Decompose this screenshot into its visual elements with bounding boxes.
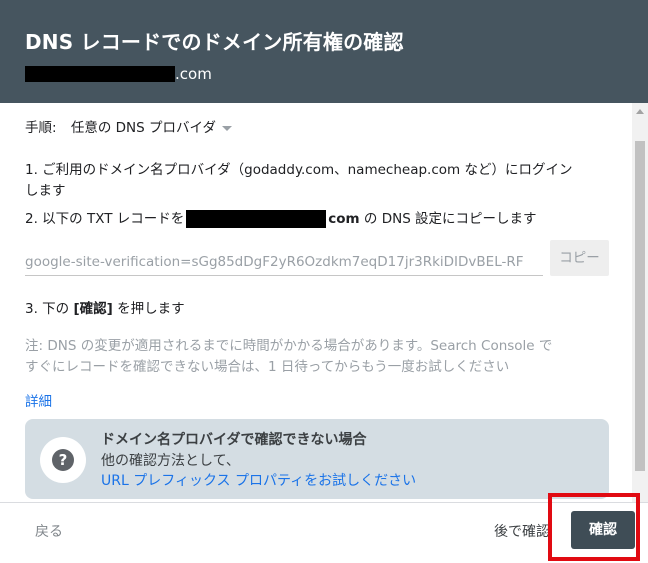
scrollbar[interactable] bbox=[632, 103, 648, 502]
procedure-label: 手順: bbox=[25, 120, 57, 136]
help-icon-bg: ? bbox=[40, 437, 86, 483]
step3-text: 3. 下の [確認] を押します bbox=[25, 297, 185, 317]
verify-later-button[interactable]: 後で確認 bbox=[494, 521, 552, 541]
step2-suffix: の DNS 設定にコピーします bbox=[359, 211, 537, 227]
step2-text: 2. 以下の TXT レコードを com の DNS 設定にコピーします bbox=[25, 207, 537, 228]
dropdown-caret-icon bbox=[221, 125, 232, 131]
redacted-domain bbox=[25, 65, 175, 82]
step1-text-cont: します bbox=[25, 183, 66, 199]
help-card-title: ドメイン名プロバイダで確認できない場合 bbox=[101, 432, 367, 448]
details-link[interactable]: 詳細 bbox=[25, 390, 52, 410]
dialog-header: DNS レコードでのドメイン所有権の確認 .com bbox=[0, 0, 648, 103]
help-card-body: 他の確認方法として、 bbox=[101, 453, 240, 469]
question-mark-icon: ? bbox=[52, 449, 74, 471]
step2-prefix: 2. 以下の TXT レコードを bbox=[25, 211, 185, 227]
procedure-row: 手順: 任意の DNS プロバイダ bbox=[25, 116, 232, 136]
dialog-title: DNS レコードでのドメイン所有権の確認 bbox=[25, 30, 404, 54]
note-text: 注: DNS の変更が適用されるまでに時間がかかる場合があります。Search … bbox=[25, 338, 553, 354]
help-card: ? ドメイン名プロバイダで確認できない場合 他の確認方法として、 URL プレフ… bbox=[25, 419, 609, 499]
dialog-content[interactable]: 手順: 任意の DNS プロバイダ 1. ご利用のドメイン名プロバイダ（goda… bbox=[0, 103, 632, 502]
step2-domain-suffix: com bbox=[328, 211, 360, 227]
url-prefix-property-link[interactable]: URL プレフィックス プロパティをお試しください bbox=[101, 470, 416, 490]
scrollbar-thumb[interactable] bbox=[635, 141, 645, 471]
copy-button[interactable]: コピー bbox=[550, 240, 609, 276]
step1-text: 1. ご利用のドメイン名プロバイダ（godaddy.com、namecheap.… bbox=[25, 162, 573, 178]
back-button[interactable]: 戻る bbox=[35, 521, 63, 541]
note-text-cont: すぐにレコードを確認できない場合は、1 日待ってからもう一度お試しください bbox=[25, 359, 510, 375]
redacted-domain-inline bbox=[186, 210, 327, 228]
dns-provider-select[interactable]: 任意の DNS プロバイダ bbox=[71, 120, 232, 136]
step3-suffix: を押します bbox=[112, 301, 185, 317]
scroll-up-arrow-icon[interactable] bbox=[636, 109, 644, 114]
confirm-button[interactable]: 確認 bbox=[571, 511, 635, 549]
step3-prefix: 3. 下の bbox=[25, 301, 74, 317]
step3-bold: [確認] bbox=[73, 301, 113, 317]
txt-record-field[interactable]: google-site-verification=sGg85dDgF2yR6Oz… bbox=[25, 249, 543, 276]
domain-row: .com bbox=[25, 63, 212, 83]
domain-suffix: .com bbox=[175, 64, 212, 83]
dns-provider-selected: 任意の DNS プロバイダ bbox=[70, 120, 216, 136]
